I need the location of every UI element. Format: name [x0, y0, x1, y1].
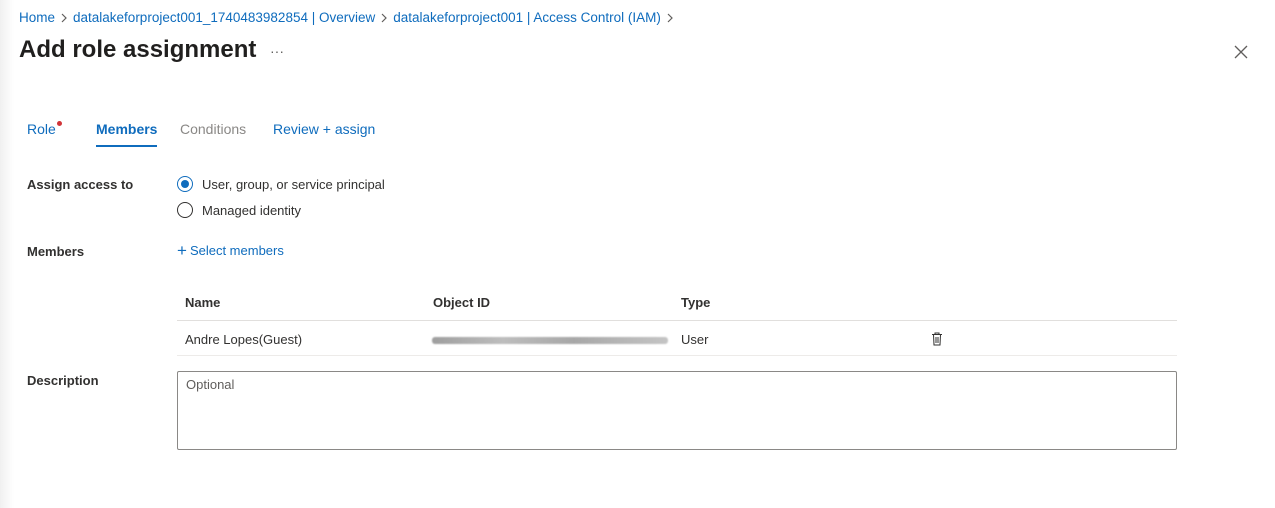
- radio-managed-identity-label: Managed identity: [202, 202, 302, 218]
- chevron-right-icon: [661, 10, 679, 25]
- assign-access-label: Assign access to: [27, 177, 134, 192]
- breadcrumb-home[interactable]: Home: [19, 10, 55, 25]
- more-options-button[interactable]: ···: [266, 40, 288, 62]
- breadcrumb-overview[interactable]: datalakeforproject001_1740483982854 | Ov…: [73, 10, 375, 25]
- close-button[interactable]: [1230, 41, 1252, 63]
- required-indicator: [56, 121, 62, 126]
- table-row: Andre Lopes(Guest) User: [177, 321, 1177, 356]
- page-title: Add role assignment: [19, 36, 257, 63]
- tab-role[interactable]: Role: [27, 121, 62, 137]
- radio-user-group-sp[interactable]: User, group, or service principal: [177, 176, 385, 192]
- tab-members[interactable]: Members: [96, 121, 158, 147]
- redacted-object-id: [432, 337, 668, 344]
- column-header-object-id: Object ID: [433, 295, 491, 310]
- column-header-name: Name: [185, 295, 221, 310]
- chevron-right-icon: [375, 10, 393, 25]
- breadcrumb: Home datalakeforproject001_1740483982854…: [19, 10, 679, 25]
- active-tab-underline: [96, 145, 158, 147]
- delete-member-button[interactable]: [929, 331, 945, 347]
- radio-user-group-sp-label: User, group, or service principal: [202, 176, 385, 192]
- trash-icon: [932, 332, 942, 346]
- member-type: User: [681, 332, 709, 347]
- tab-review-assign-label: Review + assign: [273, 121, 376, 137]
- description-label: Description: [27, 373, 99, 388]
- radio-checked-icon: [177, 176, 193, 192]
- select-members-button[interactable]: + Select members: [177, 240, 284, 260]
- tab-members-label: Members: [96, 121, 158, 137]
- breadcrumb-access-control[interactable]: datalakeforproject001 | Access Control (…: [393, 10, 661, 25]
- close-icon: [1234, 45, 1248, 59]
- plus-icon: +: [177, 240, 187, 260]
- column-header-type: Type: [681, 295, 711, 310]
- table-header-row: Name Object ID Type: [177, 286, 1177, 321]
- description-input[interactable]: [177, 371, 1177, 450]
- tab-conditions[interactable]: Conditions: [180, 121, 246, 137]
- tab-role-label: Role: [27, 121, 56, 137]
- member-name: Andre Lopes(Guest): [185, 332, 303, 347]
- chevron-right-icon: [55, 10, 73, 25]
- members-label: Members: [27, 244, 85, 259]
- tab-conditions-label: Conditions: [180, 121, 247, 137]
- tab-review-assign[interactable]: Review + assign: [273, 121, 375, 137]
- radio-unchecked-icon: [177, 202, 193, 218]
- select-members-label: Select members: [189, 243, 284, 258]
- radio-managed-identity[interactable]: Managed identity: [177, 202, 301, 218]
- panel-edge-shadow: [0, 0, 14, 508]
